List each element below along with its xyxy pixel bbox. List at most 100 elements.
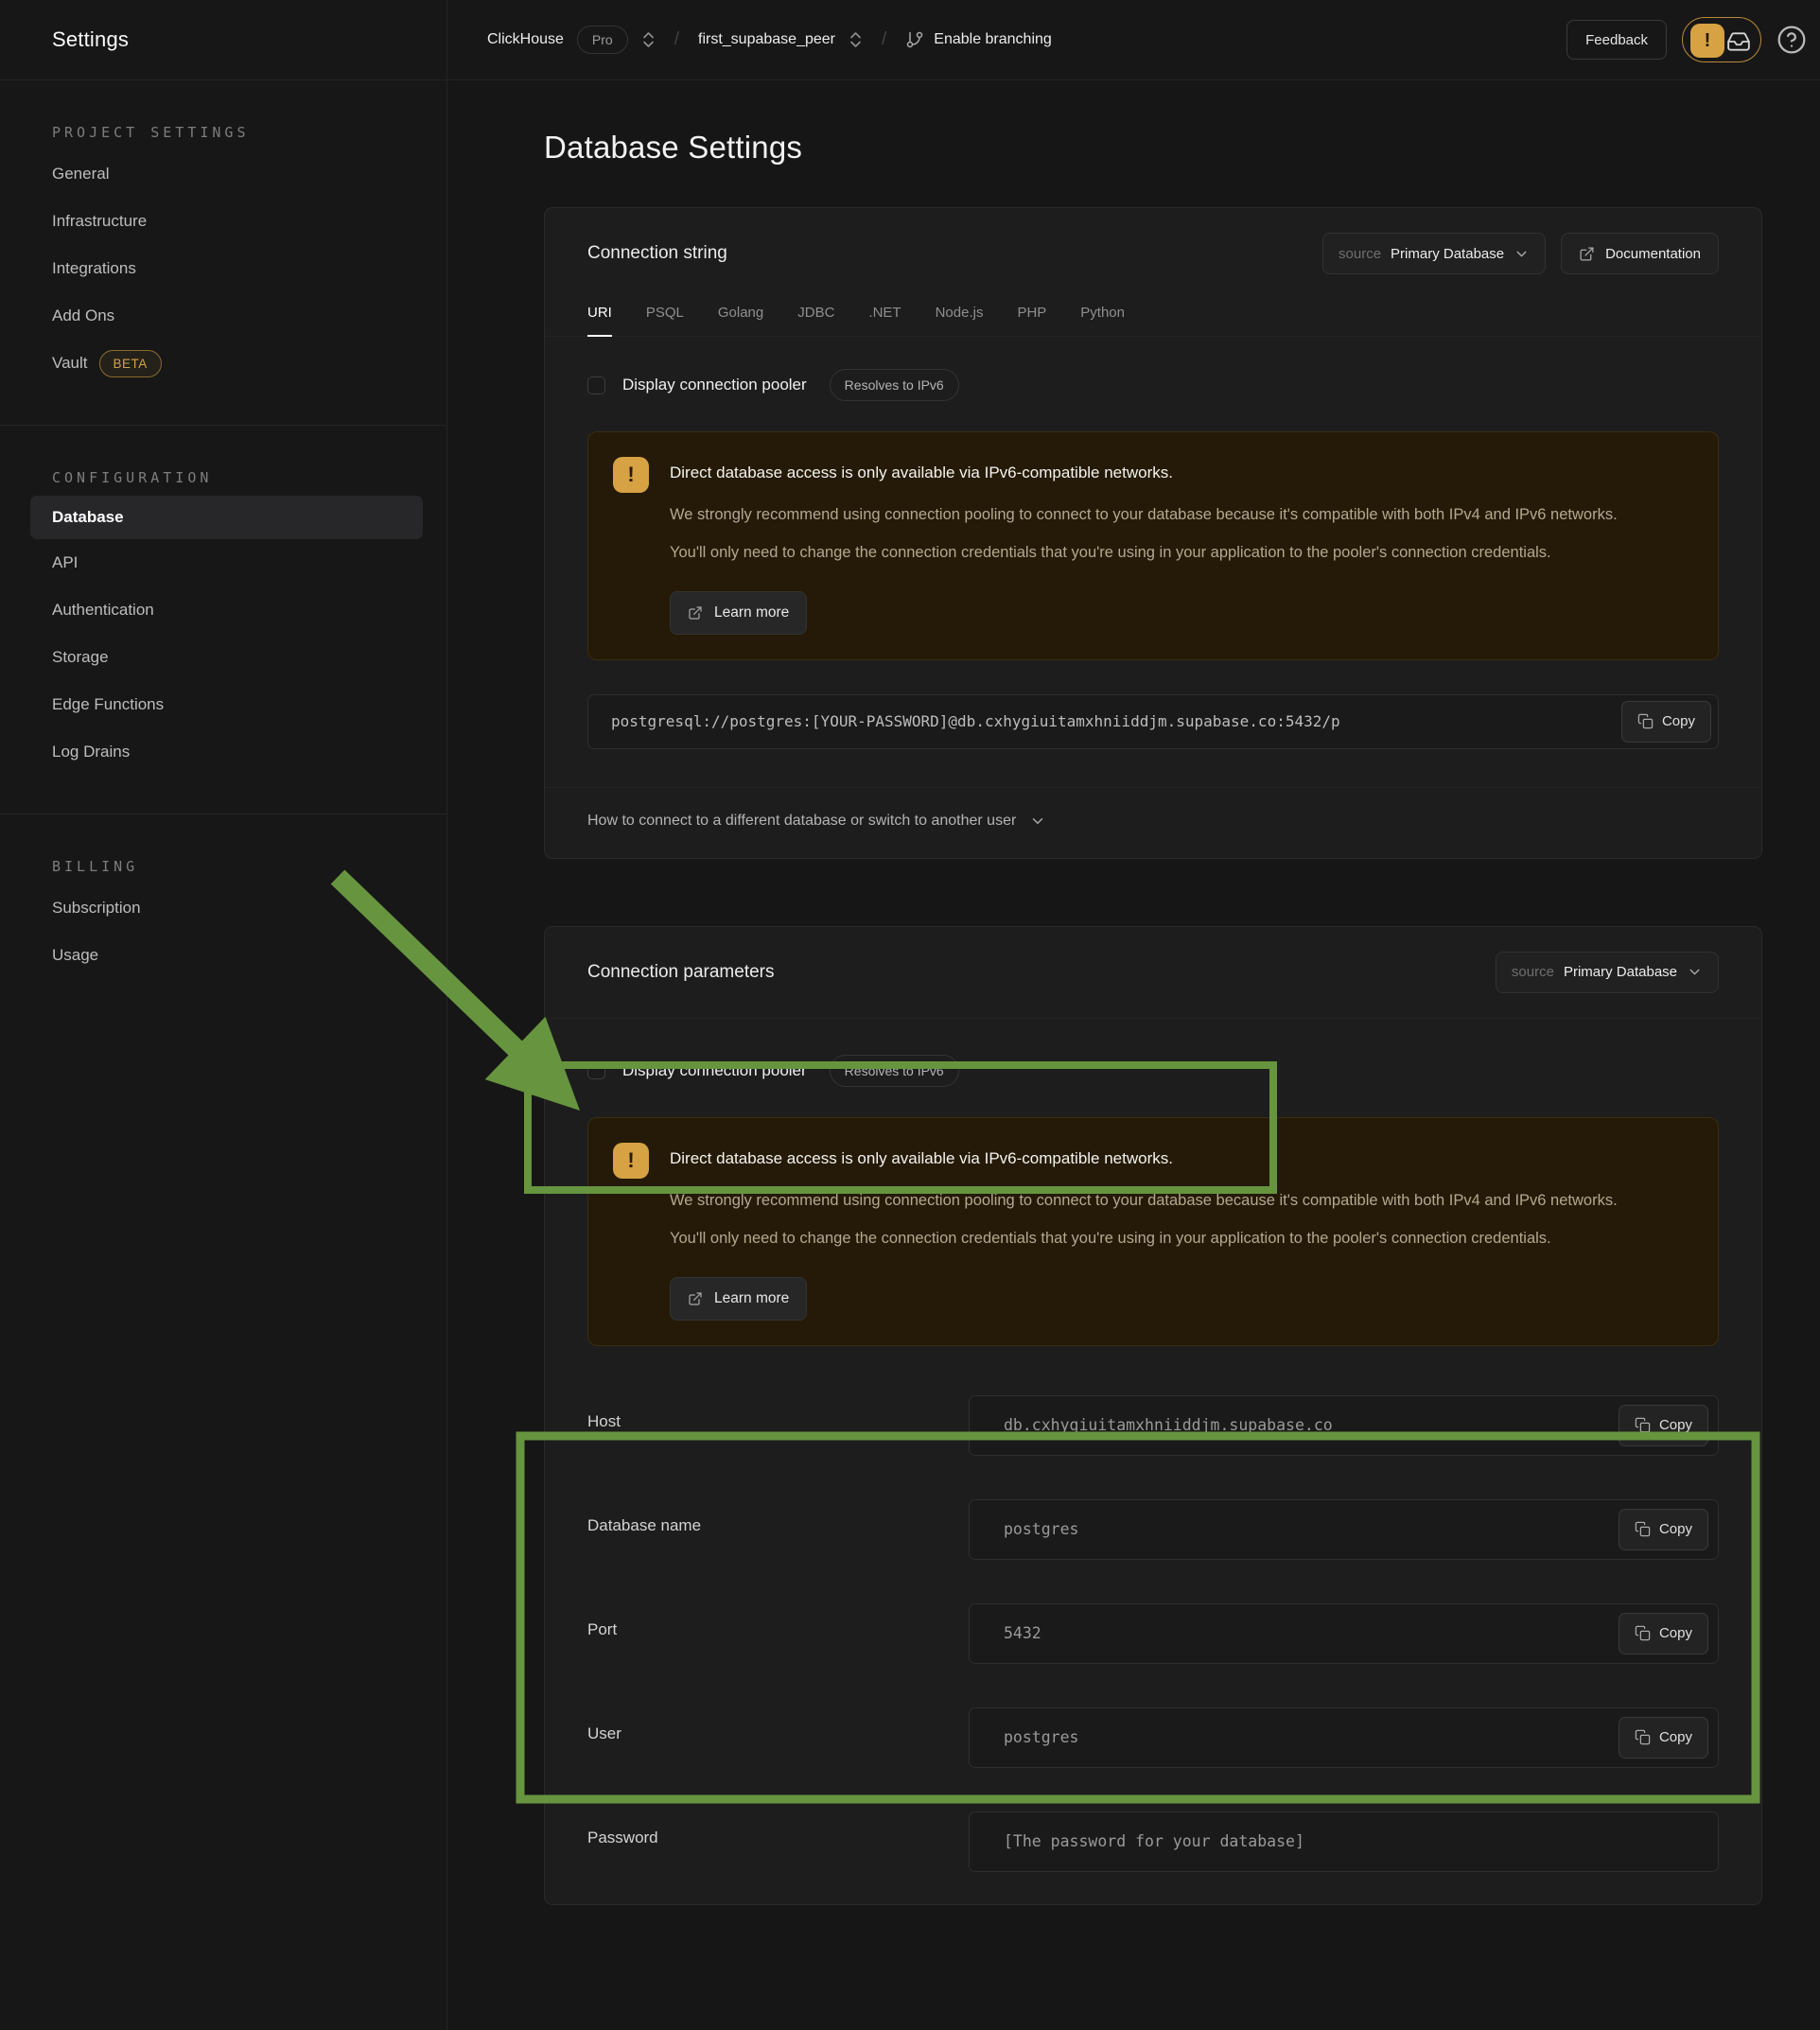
sidebar-item-log-drains[interactable]: Log Drains <box>0 728 446 776</box>
section-label-project-settings: PROJECT SETTINGS <box>0 124 446 150</box>
sidebar-item-general[interactable]: General <box>0 150 446 198</box>
database-settings-title: Database Settings <box>544 130 1820 166</box>
password-field[interactable]: [The password for your database] <box>969 1811 1719 1872</box>
page-title: Settings <box>52 27 129 52</box>
warning-title: Direct database access is only available… <box>670 1143 1644 1168</box>
param-row-database-name: Database name postgres Copy <box>587 1499 1719 1560</box>
ipv6-warning-callout: ! Direct database access is only availab… <box>587 431 1719 660</box>
copy-button[interactable]: Copy <box>1619 1613 1708 1654</box>
sidebar-item-edge-functions[interactable]: Edge Functions <box>0 681 446 728</box>
connection-parameters-card: Connection parameters source Primary Dat… <box>544 926 1762 1905</box>
tab-uri[interactable]: URI <box>587 305 612 336</box>
org-switcher-chevrons-icon[interactable] <box>641 29 656 50</box>
connection-string-tabs: URI PSQL Golang JDBC .NET Node.js PHP Py… <box>545 291 1761 337</box>
user-field[interactable]: postgres Copy <box>969 1707 1719 1768</box>
source-select[interactable]: source Primary Database <box>1496 952 1719 993</box>
inbox-tray-icon <box>1726 29 1751 54</box>
warning-body: We strongly recommend using connection p… <box>670 1181 1644 1258</box>
copy-icon <box>1635 1625 1651 1641</box>
tab-php[interactable]: PHP <box>1017 305 1046 336</box>
source-select[interactable]: source Primary Database <box>1322 233 1546 274</box>
param-row-host: Host db.cxhygiuitamxhniiddjm.supabase.co… <box>587 1395 1719 1456</box>
breadcrumb-separator: / <box>876 29 892 50</box>
enable-branching-label: Enable branching <box>934 31 1052 48</box>
tab-golang[interactable]: Golang <box>718 305 763 336</box>
learn-more-button[interactable]: Learn more <box>670 1277 807 1321</box>
learn-more-button[interactable]: Learn more <box>670 591 807 635</box>
connection-parameters-list: Host db.cxhygiuitamxhniiddjm.supabase.co… <box>587 1395 1719 1904</box>
param-row-port: Port 5432 Copy <box>587 1603 1719 1664</box>
top-header: Settings ClickHouse Pro / first_supabase… <box>0 0 1820 80</box>
copy-button[interactable]: Copy <box>1619 1509 1708 1550</box>
copy-button[interactable]: Copy <box>1619 1405 1708 1446</box>
ipv6-warning-callout: ! Direct database access is only availab… <box>587 1117 1719 1346</box>
copy-button[interactable]: Copy <box>1621 701 1711 743</box>
sidebar-item-add-ons[interactable]: Add Ons <box>0 292 446 340</box>
connection-string-field[interactable]: postgresql://postgres:[YOUR-PASSWORD]@db… <box>587 694 1719 749</box>
param-row-user: User postgres Copy <box>587 1707 1719 1768</box>
copy-icon <box>1635 1521 1651 1537</box>
tab-psql[interactable]: PSQL <box>646 305 684 336</box>
documentation-button[interactable]: Documentation <box>1561 233 1719 274</box>
project-switcher-chevrons-icon[interactable] <box>849 29 863 50</box>
warning-alert-icon: ! <box>613 457 649 493</box>
external-link-icon <box>1579 246 1595 262</box>
tab-jdbc[interactable]: JDBC <box>797 305 834 336</box>
display-connection-pooler-checkbox[interactable] <box>587 1061 605 1079</box>
sidebar-item-api[interactable]: API <box>0 539 446 586</box>
notification-alert-icon: ! <box>1690 24 1724 58</box>
feedback-button[interactable]: Feedback <box>1566 20 1667 60</box>
resolves-to-ipv6-badge: Resolves to IPv6 <box>830 369 959 401</box>
main-content: Database Settings Connection string sour… <box>447 80 1820 2030</box>
copy-icon <box>1635 1417 1651 1433</box>
tab-dotnet[interactable]: .NET <box>868 305 901 336</box>
port-field[interactable]: 5432 Copy <box>969 1603 1719 1664</box>
connection-parameters-title: Connection parameters <box>587 962 775 983</box>
header-settings-area: Settings <box>0 0 447 79</box>
sidebar-item-usage[interactable]: Usage <box>0 932 446 979</box>
sidebar-item-database[interactable]: Database <box>30 496 423 539</box>
display-connection-pooler-label: Display connection pooler <box>622 1061 807 1080</box>
header-actions: Feedback ! <box>1566 0 1820 79</box>
git-branch-icon <box>905 30 924 49</box>
sidebar-item-authentication[interactable]: Authentication <box>0 586 446 634</box>
copy-button[interactable]: Copy <box>1619 1717 1708 1759</box>
host-field[interactable]: db.cxhygiuitamxhniiddjm.supabase.co Copy <box>969 1395 1719 1456</box>
chevron-down-icon <box>1687 964 1703 980</box>
warning-title: Direct database access is only available… <box>670 457 1644 482</box>
breadcrumb-project[interactable]: first_supabase_peer <box>698 31 835 48</box>
chevron-down-icon <box>1514 246 1530 262</box>
copy-icon <box>1637 713 1654 729</box>
chevron-down-icon <box>1029 813 1046 830</box>
port-label: Port <box>587 1603 969 1639</box>
breadcrumb: ClickHouse Pro / first_supabase_peer / E… <box>447 0 1566 79</box>
connection-string-title: Connection string <box>587 243 727 264</box>
warning-body: We strongly recommend using connection p… <box>670 496 1644 572</box>
sidebar-item-storage[interactable]: Storage <box>0 634 446 681</box>
enable-branching-button[interactable]: Enable branching <box>905 30 1052 49</box>
param-row-password: Password [The password for your database… <box>587 1811 1719 1872</box>
display-connection-pooler-checkbox[interactable] <box>587 376 605 394</box>
sidebar-item-integrations[interactable]: Integrations <box>0 245 446 292</box>
database-name-label: Database name <box>587 1499 969 1535</box>
org-plan-badge: Pro <box>577 26 628 54</box>
help-button[interactable] <box>1776 25 1807 55</box>
password-label: Password <box>587 1811 969 1847</box>
sidebar-item-infrastructure[interactable]: Infrastructure <box>0 198 446 245</box>
breadcrumb-separator: / <box>669 29 685 50</box>
section-label-configuration: CONFIGURATION <box>0 469 446 496</box>
host-label: Host <box>587 1395 969 1431</box>
section-label-billing: BILLING <box>0 858 446 884</box>
warning-alert-icon: ! <box>613 1143 649 1179</box>
breadcrumb-org[interactable]: ClickHouse <box>487 31 564 48</box>
resolves-to-ipv6-badge: Resolves to IPv6 <box>830 1055 959 1087</box>
connection-help-expander[interactable]: How to connect to a different database o… <box>545 787 1761 858</box>
sidebar-item-vault[interactable]: Vault BETA <box>0 340 446 387</box>
tab-nodejs[interactable]: Node.js <box>936 305 984 336</box>
external-link-icon <box>688 1291 703 1306</box>
database-name-field[interactable]: postgres Copy <box>969 1499 1719 1560</box>
notifications-button[interactable]: ! <box>1682 17 1761 62</box>
tab-python[interactable]: Python <box>1080 305 1125 336</box>
sidebar-item-subscription[interactable]: Subscription <box>0 884 446 932</box>
connection-string-value: postgresql://postgres:[YOUR-PASSWORD]@db… <box>588 712 1718 730</box>
